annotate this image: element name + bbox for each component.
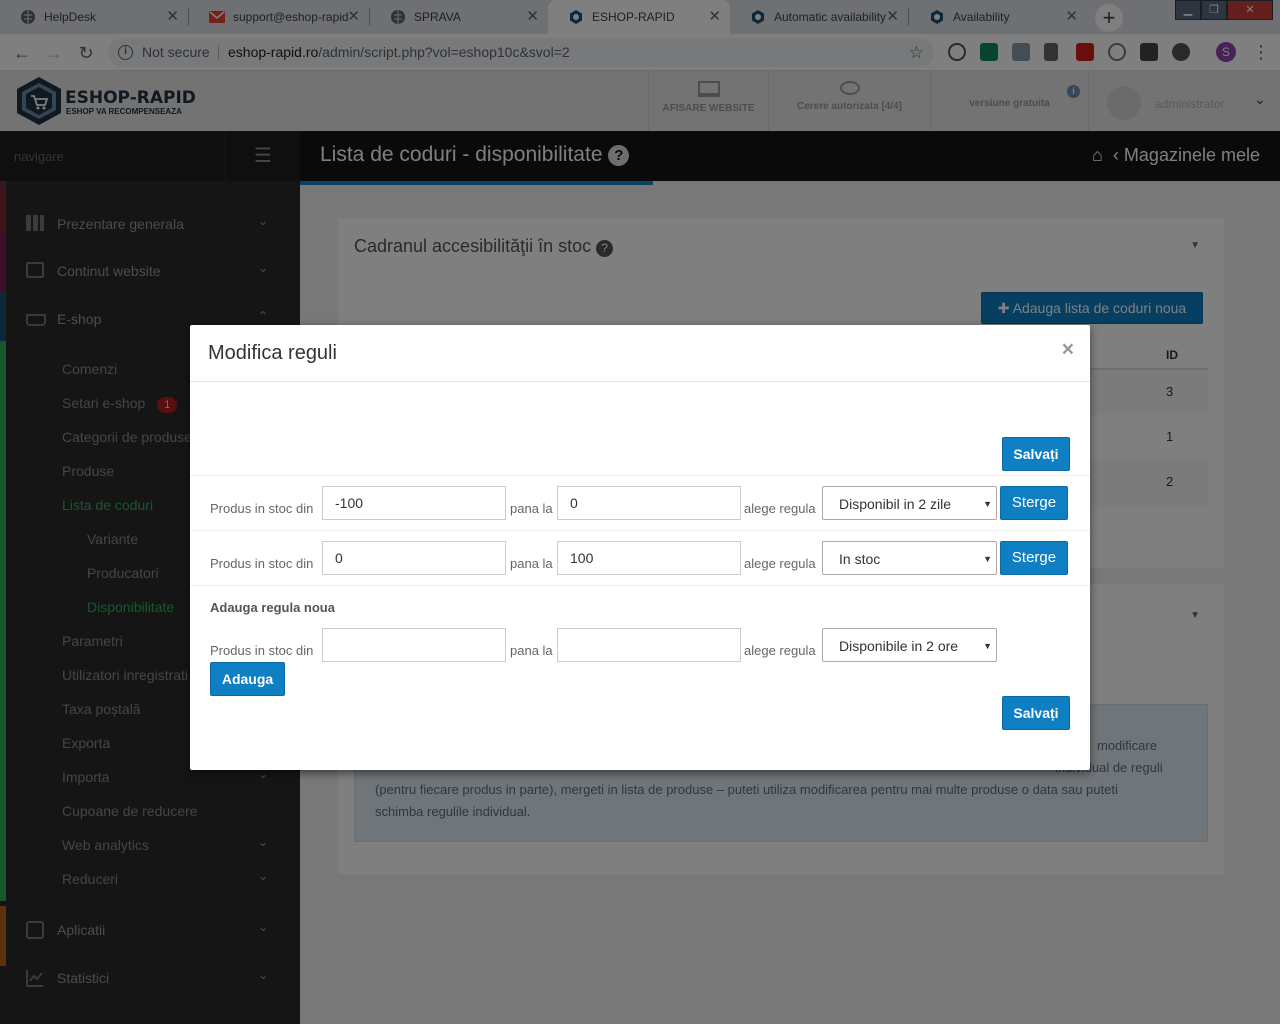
rule-label: alege regula xyxy=(744,556,816,571)
modal-header: Modifica reguli × xyxy=(190,325,1090,382)
new-rule-select[interactable]: Disponibile in 2 ore ▼ xyxy=(822,628,997,662)
new-rule-heading: Adauga regula noua xyxy=(210,600,335,615)
stock-from-input[interactable]: 0 xyxy=(322,541,506,575)
rule-select-value: Disponibil in 2 zile xyxy=(839,496,952,512)
new-rule-row: Produs in stoc din pana la alege regula … xyxy=(190,628,1090,683)
stock-to-input[interactable]: 100 xyxy=(557,541,741,575)
dropdown-arrow-icon: ▼ xyxy=(983,554,992,564)
rule-row: Produs in stoc din 0 pana la 100 alege r… xyxy=(190,541,1090,596)
rule-row: Produs in stoc din -100 pana la 0 alege … xyxy=(190,486,1090,541)
rule-label: alege regula xyxy=(744,643,816,658)
edit-rules-modal: Modifica reguli × Salvați Produs in stoc… xyxy=(190,325,1090,770)
rule-select-value: In stoc xyxy=(839,551,881,567)
rule-select[interactable]: In stoc ▼ xyxy=(822,541,997,575)
to-label: pana la xyxy=(510,501,553,516)
save-button[interactable]: Salvați xyxy=(1002,696,1070,730)
from-label: Produs in stoc din xyxy=(210,556,314,571)
divider xyxy=(190,530,1090,531)
divider xyxy=(190,475,1090,476)
rule-label: alege regula xyxy=(744,501,816,516)
modal-title: Modifica reguli xyxy=(208,342,337,364)
dropdown-arrow-icon: ▼ xyxy=(983,641,992,651)
from-label: Produs in stoc din xyxy=(210,643,314,658)
stock-to-input[interactable]: 0 xyxy=(557,486,741,520)
stock-from-input[interactable]: -100 xyxy=(322,486,506,520)
close-icon[interactable]: × xyxy=(1062,338,1074,362)
rule-select[interactable]: Disponibil in 2 zile ▼ xyxy=(822,486,997,520)
rule-select-value: Disponibile in 2 ore xyxy=(839,638,959,654)
to-label: pana la xyxy=(510,643,553,658)
new-stock-to-input[interactable] xyxy=(557,628,741,662)
new-stock-from-input[interactable] xyxy=(322,628,506,662)
dropdown-arrow-icon: ▼ xyxy=(983,499,992,509)
divider xyxy=(190,585,1090,586)
delete-rule-button[interactable]: Sterge xyxy=(1000,486,1068,520)
add-rule-button[interactable]: Adauga xyxy=(210,662,285,696)
from-label: Produs in stoc din xyxy=(210,501,314,516)
to-label: pana la xyxy=(510,556,553,571)
save-button[interactable]: Salvați xyxy=(1002,437,1070,471)
delete-rule-button[interactable]: Sterge xyxy=(1000,541,1068,575)
